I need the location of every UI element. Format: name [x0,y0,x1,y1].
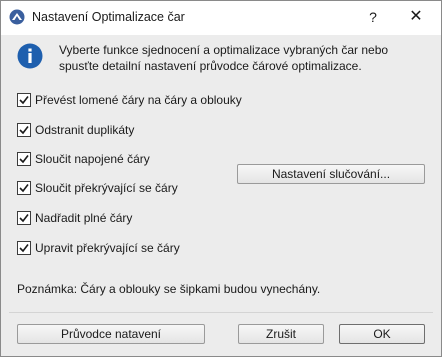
option-label: Upravit překrývající se čáry [35,241,180,255]
checkbox[interactable] [17,152,31,166]
option-label: Nadřadit plné čáry [35,211,133,225]
option-label: Odstranit duplikáty [35,123,135,137]
title-bar: Nastavení Optimalizace čar ? ✕ [1,1,441,35]
help-button[interactable]: ? [363,7,383,27]
info-description: Vyberte funkce sjednocení a optimalizace… [59,43,389,73]
close-button[interactable]: ✕ [405,7,427,27]
checkbox[interactable] [17,241,31,255]
separator [9,312,433,313]
option-label: Převést lomené čáry na čáry a oblouky [35,93,242,107]
checkbox[interactable] [17,211,31,225]
checkbox[interactable] [17,181,31,195]
checkbox[interactable] [17,93,31,107]
merge-settings-button[interactable]: Nastavení slučování... [237,164,425,184]
ok-button[interactable]: OK [339,324,425,344]
info-icon [17,43,43,69]
checkbox[interactable] [17,123,31,137]
option-label: Sloučit napojené čáry [35,152,150,166]
dialog-window: Nastavení Optimalizace čar ? ✕ Vyberte f… [0,0,442,357]
cancel-button[interactable]: Zrušit [238,324,324,344]
wizard-button[interactable]: Průvodce natavení [17,324,205,344]
app-icon [9,9,25,25]
option-label: Sloučit překrývající se čáry [35,181,178,195]
window-title: Nastavení Optimalizace čar [32,10,185,24]
note-text: Poznámka: Čáry a oblouky se šipkami budo… [17,282,321,296]
